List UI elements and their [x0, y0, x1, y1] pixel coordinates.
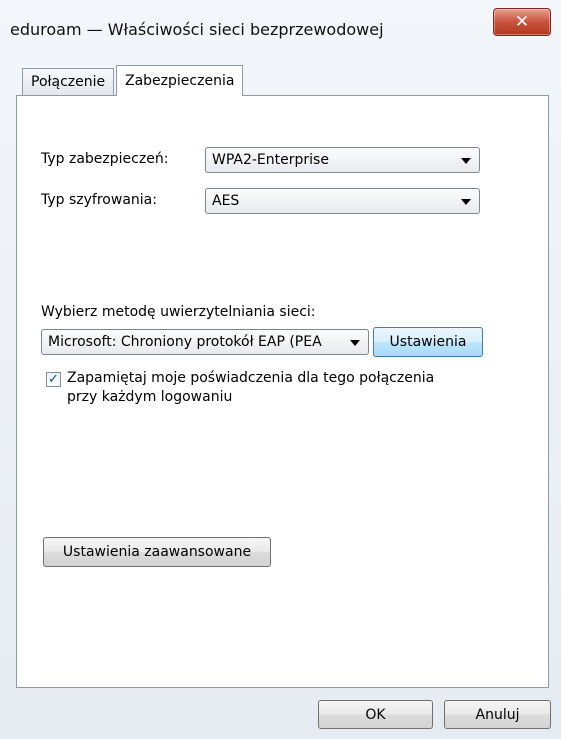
security-tab-panel: Typ zabezpieczeń: WPA2-Enterprise Typ sz… — [16, 95, 549, 688]
auth-method-value: Microsoft: Chroniony protokół EAP (PEA — [48, 334, 322, 350]
close-icon: ✕ — [514, 12, 530, 32]
dropdown-arrow-icon — [461, 199, 471, 205]
close-button[interactable]: ✕ — [493, 8, 551, 36]
remember-credentials-checkbox[interactable]: ✓ — [46, 372, 61, 387]
auth-settings-button[interactable]: Ustawienia — [373, 327, 483, 357]
remember-credentials-label-line1: Zapamiętaj moje poświadczenia dla tego p… — [67, 370, 435, 386]
remember-credentials-label-line2: przy każdym logowaniu — [67, 389, 233, 405]
encryption-type-label: Typ szyfrowania: — [41, 192, 157, 208]
security-type-value: WPA2-Enterprise — [212, 152, 329, 168]
encryption-type-value: AES — [212, 193, 240, 209]
auth-method-label: Wybierz metodę uwierzytelniania sieci: — [41, 304, 316, 320]
ok-button[interactable]: OK — [318, 700, 433, 729]
checkmark-icon: ✓ — [48, 372, 59, 387]
dialog-window: eduroam — Właściwości sieci bezprzewodow… — [0, 0, 561, 739]
window-title: eduroam — Właściwości sieci bezprzewodow… — [10, 20, 384, 39]
tab-connection[interactable]: Połączenie — [22, 68, 115, 95]
dropdown-arrow-icon — [350, 340, 360, 346]
tab-security[interactable]: Zabezpieczenia — [116, 65, 244, 96]
dialog-footer: OK Anuluj — [0, 688, 561, 739]
cancel-button[interactable]: Anuluj — [444, 700, 551, 729]
security-type-label: Typ zabezpieczeń: — [41, 151, 169, 167]
encryption-type-select[interactable]: AES — [205, 188, 480, 214]
auth-method-select[interactable]: Microsoft: Chroniony protokół EAP (PEA — [41, 329, 369, 355]
dropdown-arrow-icon — [461, 158, 471, 164]
advanced-settings-button[interactable]: Ustawienia zaawansowane — [43, 537, 271, 567]
security-type-select[interactable]: WPA2-Enterprise — [205, 147, 480, 173]
